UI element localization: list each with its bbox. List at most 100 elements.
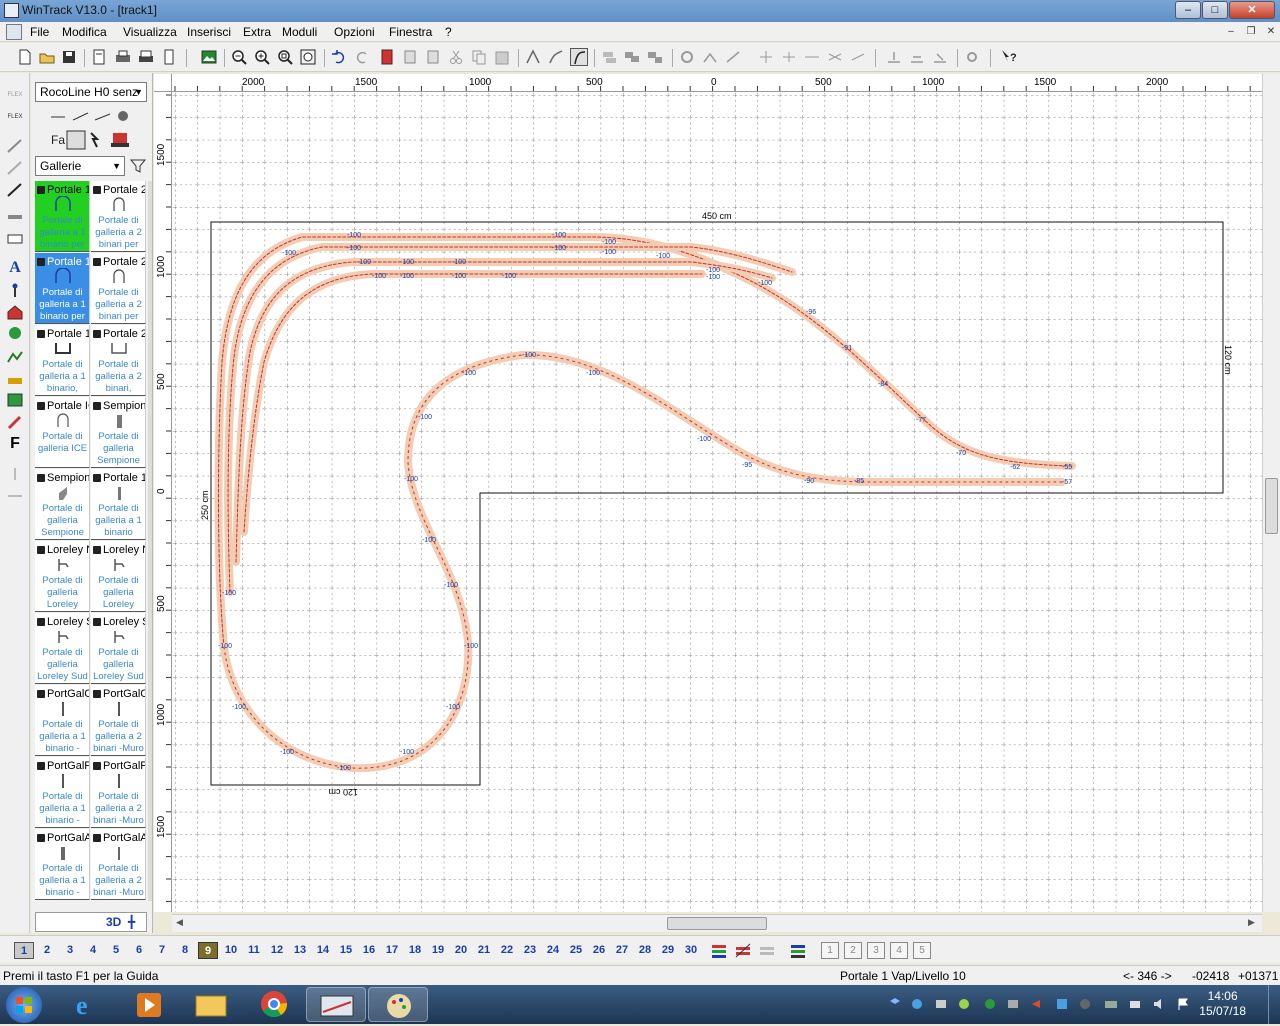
curve-tool-icon[interactable] [547, 48, 565, 66]
horizontal-scroll-thumb[interactable] [667, 917, 767, 930]
level-set-icon[interactable] [931, 48, 949, 66]
cut-icon[interactable] [447, 48, 465, 66]
text-tool-icon[interactable]: A [5, 259, 25, 277]
track-grey-2-icon[interactable] [5, 159, 25, 177]
tray-icon[interactable] [1128, 997, 1142, 1011]
new-file-icon[interactable] [16, 48, 34, 66]
paste-icon[interactable] [493, 48, 511, 66]
layer-button[interactable]: 24 [543, 942, 563, 959]
page-setup-icon[interactable] [160, 48, 178, 66]
signal-icon[interactable] [5, 281, 25, 299]
menu-finestra[interactable]: Finestra [389, 25, 432, 39]
document-icon[interactable] [6, 24, 22, 40]
tray-icon[interactable] [957, 997, 971, 1011]
layer-stack-icon[interactable] [789, 942, 807, 959]
save-icon[interactable] [60, 48, 78, 66]
layer-button[interactable]: 29 [658, 942, 678, 959]
taskbar-media-player[interactable] [120, 987, 180, 1022]
taskbar-wintrack[interactable] [306, 987, 366, 1022]
palette-item[interactable]: PortGalC Portale di galleria a 2 binari -… [91, 685, 146, 756]
layer-button[interactable]: 23 [520, 942, 540, 959]
copy-page-icon[interactable] [401, 48, 419, 66]
palette-item[interactable]: Portale 1 Portale di galleria a 1 binario… [35, 325, 90, 396]
clock[interactable]: 14:06 15/07/18 [1199, 989, 1246, 1019]
terrain-icon[interactable] [5, 369, 25, 387]
zoom-all-icon[interactable] [299, 48, 317, 66]
map-icon[interactable] [5, 391, 25, 409]
mdi-restore-button[interactable]: ❐ [1242, 25, 1260, 40]
open-folder-icon[interactable] [38, 48, 56, 66]
palette-item[interactable]: PortGalP Portale di galleria a 1 binario … [35, 757, 90, 828]
layer-button[interactable]: 15 [336, 942, 356, 959]
zoom-out-icon[interactable] [230, 48, 248, 66]
menu-opzioni[interactable]: Opzioni [334, 25, 375, 39]
library-select[interactable]: RocoLine H0 senz ▼ [35, 82, 147, 102]
palette-item[interactable]: Loreley N Portale di galleria Loreley [91, 541, 146, 612]
close-button[interactable]: ✕ [1229, 1, 1275, 19]
ungroup-icon[interactable] [646, 48, 664, 66]
undo-icon[interactable] [330, 48, 348, 66]
palette-item[interactable]: Portale 1 Portale di galleria a 1 binario… [35, 253, 90, 324]
layer-button[interactable]: 17 [382, 942, 402, 959]
palette-item[interactable]: PortGalP Portale di galleria a 2 binari -… [91, 757, 146, 828]
layer-button[interactable]: 2 [37, 942, 57, 959]
layer-button[interactable]: 21 [474, 942, 494, 959]
track-black-icon[interactable] [5, 181, 25, 199]
layer-button[interactable]: 8 [175, 942, 195, 959]
tray-icon[interactable] [1055, 997, 1069, 1011]
pencil-icon[interactable] [5, 413, 25, 431]
slope-icon[interactable] [724, 48, 742, 66]
layer-button[interactable]: 22 [497, 942, 517, 959]
layer-button[interactable]: 27 [612, 942, 632, 959]
palette-item[interactable]: Portale 1 Portale di galleria a 1 binario [91, 469, 146, 540]
palette-item[interactable]: PortGalC Portale di galleria a 1 binario … [35, 685, 90, 756]
palette-item[interactable]: PortGalA Portale di galleria a 2 binari -… [91, 829, 146, 900]
menu-help[interactable]: ? [445, 25, 452, 39]
ruler-icon[interactable]: ╋ [128, 915, 135, 929]
tree-icon[interactable] [5, 325, 25, 343]
layer-button[interactable]: 3 [60, 942, 80, 959]
menu-moduli[interactable]: Moduli [282, 25, 317, 39]
split-icon[interactable] [780, 48, 798, 66]
menu-extra[interactable]: Extra [243, 25, 271, 39]
palette-item[interactable]: SempionePortale di galleria Sempione [91, 397, 146, 468]
mdi-close-button[interactable]: ✕ [1262, 25, 1280, 40]
group-icon[interactable] [623, 48, 641, 66]
filter-icon[interactable] [129, 157, 147, 175]
layer-button[interactable]: 18 [405, 942, 425, 959]
layer-button[interactable]: 30 [681, 942, 701, 959]
redo-icon[interactable] [353, 48, 371, 66]
palette-item[interactable]: PortGalA Portale di galleria a 1 binario … [35, 829, 90, 900]
layout-canvas[interactable]: 450 cm 120 cm 250 cm 120 cm -100 -100 -1… [172, 92, 1262, 912]
insert-icon[interactable] [849, 48, 867, 66]
settings-icon[interactable] [963, 48, 981, 66]
level-up-icon[interactable] [885, 48, 903, 66]
palette-tool-icons[interactable]: Fa [49, 109, 149, 153]
layer-button[interactable]: 13 [290, 942, 310, 959]
palette-item[interactable]: Loreley S Portale di galleria Loreley Sud [35, 613, 90, 684]
layer-button[interactable]: 25 [566, 942, 586, 959]
palette-item[interactable]: Loreley N Portale di galleria Loreley [35, 541, 90, 612]
taskbar-internet-explorer[interactable]: e [58, 987, 118, 1022]
layer-button[interactable]: 16 [359, 942, 379, 959]
view-box[interactable]: 5 [913, 942, 931, 959]
minimize-button[interactable]: – [1175, 1, 1201, 19]
track-tool-icon[interactable] [524, 48, 542, 66]
view-box[interactable]: 2 [844, 942, 862, 959]
zoom-in-icon[interactable] [253, 48, 271, 66]
category-select[interactable]: Gallerie ▼ [35, 156, 125, 176]
tray-icon[interactable] [1029, 997, 1043, 1011]
palette-item[interactable]: Portale 1 Portale di galleria a 1 binario… [35, 181, 90, 252]
flex-track-tool-icon[interactable]: FLEX [5, 91, 25, 109]
layer-button-current[interactable]: 9 [198, 942, 218, 959]
start-button[interactable] [6, 987, 42, 1023]
layer-button[interactable]: 5 [106, 942, 126, 959]
print-icon[interactable] [114, 48, 132, 66]
tray-icon[interactable] [1078, 997, 1092, 1011]
tray-icon[interactable] [983, 997, 997, 1011]
tray-icon[interactable] [1104, 997, 1118, 1011]
cross-icon[interactable] [826, 48, 844, 66]
dimension-2-icon[interactable] [5, 487, 25, 505]
palette-item[interactable]: Portale 2 Portale di galleria a 2 binari, [91, 325, 146, 396]
menu-modifica[interactable]: Modifica [62, 25, 107, 39]
